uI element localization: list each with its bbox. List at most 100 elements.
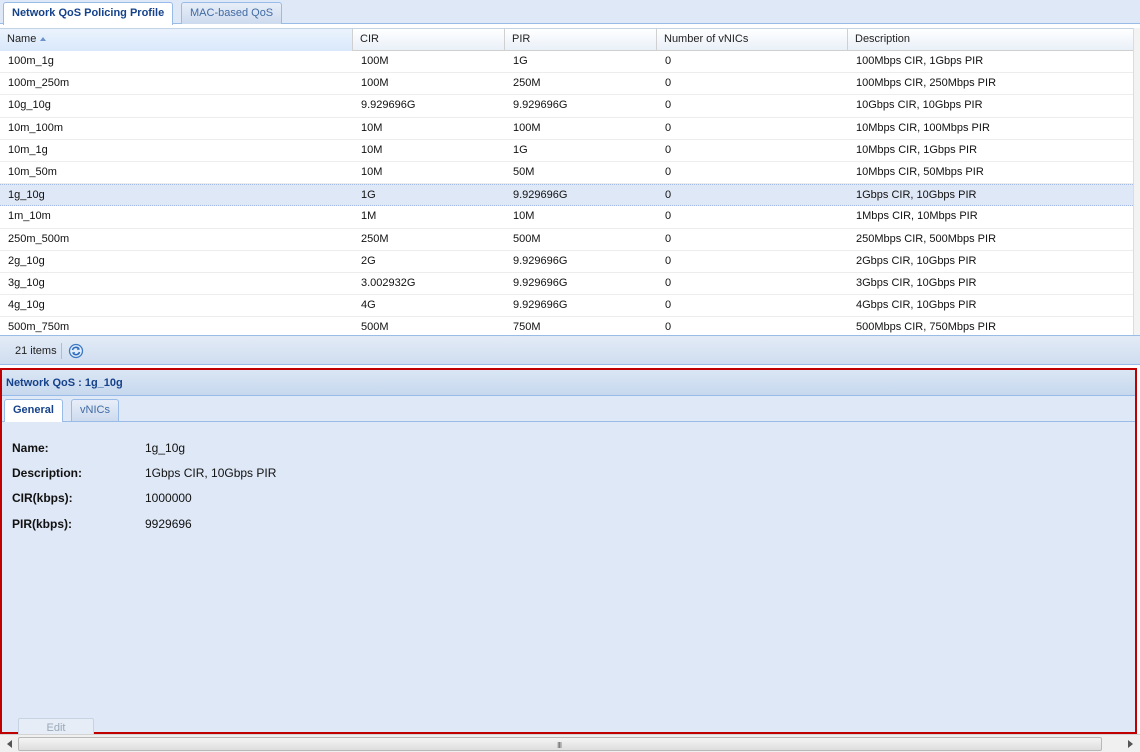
table-cell: 0	[665, 121, 672, 134]
tab-vnics[interactable]: vNICs	[71, 399, 119, 421]
table-cell: 0	[665, 276, 672, 289]
table-cell: 0	[665, 210, 672, 223]
column-header-description[interactable]: Description	[848, 29, 1133, 51]
table-cell: 500M	[513, 232, 541, 245]
column-header-name[interactable]: Name	[0, 29, 353, 51]
table-cell: 10m_100m	[8, 121, 64, 134]
table-cell: 100M	[361, 77, 389, 90]
table-cell: 1Mbps CIR, 10Mbps PIR	[856, 210, 978, 223]
table-cell: 100M	[513, 121, 541, 134]
toolbar-separator	[61, 343, 62, 359]
grid-header: Name CIR PIR Number of vNICs Description	[0, 28, 1133, 51]
table-cell: 9.929696G	[513, 189, 568, 202]
table-cell: 3.002932G	[361, 276, 416, 289]
sort-ascending-icon	[40, 37, 47, 41]
tab-general[interactable]: General	[4, 399, 63, 422]
table-cell: 1Gbps CIR, 10Gbps PIR	[856, 189, 977, 202]
field-label-cir: CIR(kbps):	[12, 491, 73, 505]
detail-panel: Network QoS : 1g_10g General vNICs Name:…	[0, 368, 1137, 738]
table-row[interactable]: 1m_10m 1M 10M 0 1Mbps CIR, 10Mbps PIR	[0, 206, 1133, 229]
table-row[interactable]: 10m_1g 10M 1G 0 10Mbps CIR, 1Gbps PIR	[0, 140, 1133, 162]
table-cell: 10M	[361, 165, 383, 178]
field-label-name: Name:	[12, 441, 49, 455]
table-cell: 50M	[513, 165, 535, 178]
table-cell: 0	[665, 55, 672, 67]
table-row[interactable]: 1g_10g 1G 9.929696G 0 1Gbps CIR, 10Gbps PIR	[0, 184, 1133, 207]
column-header-label: Name	[7, 33, 37, 45]
column-header-cir[interactable]: CIR	[353, 29, 505, 51]
table-cell: 9.929696G	[513, 276, 568, 289]
table-cell: 10M	[513, 210, 535, 223]
table-cell: 250M	[361, 232, 389, 245]
scroll-right-icon[interactable]	[1122, 737, 1138, 751]
table-cell: 10Gbps CIR, 10Gbps PIR	[856, 99, 983, 112]
table-cell: 1G	[513, 55, 528, 67]
table-row[interactable]: 10m_50m 10M 50M 0 10Mbps CIR, 50Mbps PIR	[0, 162, 1133, 185]
table-cell: 1G	[361, 189, 376, 202]
table-row[interactable]: 500m_750m 500M 750M 0 500Mbps CIR, 750Mbps P…	[0, 317, 1133, 335]
table-cell: 0	[665, 165, 672, 178]
table-cell: 9.929696G	[513, 254, 568, 267]
table-cell: 2G	[361, 254, 376, 267]
table-cell: 4g_10g	[8, 299, 45, 312]
column-header-number-of-vnics[interactable]: Number of vNICs	[657, 29, 848, 51]
table-cell: 10M	[361, 121, 383, 134]
table-cell: 0	[665, 189, 672, 202]
table-cell: 10Mbps CIR, 50Mbps PIR	[856, 165, 984, 178]
table-cell: 1m_10m	[8, 210, 51, 223]
table-cell: 100Mbps CIR, 1Gbps PIR	[856, 55, 984, 67]
table-cell: 10m_1g	[8, 143, 48, 156]
table-cell: 1g_10g	[8, 189, 45, 202]
table-cell: 9.929696G	[513, 99, 568, 112]
field-value-cir: 1000000	[145, 491, 192, 505]
table-row[interactable]: 10m_100m 10M 100M 0 10Mbps CIR, 100Mbps PIR	[0, 118, 1133, 140]
table-cell: 100m_250m	[8, 77, 70, 90]
table-row[interactable]: 3g_10g 3.002932G 9.929696G 0 3Gbps CIR, 10Gb…	[0, 273, 1133, 296]
table-cell: 4Gbps CIR, 10Gbps PIR	[856, 299, 977, 312]
table-cell: 1G	[513, 143, 528, 156]
qos-profile-grid: Name CIR PIR Number of vNICs Description…	[0, 28, 1133, 335]
table-row[interactable]: 100m_250m 100M 250M 0 100Mbps CIR, 250Mbps P…	[0, 73, 1133, 96]
table-cell: 10M	[361, 143, 383, 156]
table-cell: 100m_1g	[8, 55, 54, 67]
column-header-pir[interactable]: PIR	[505, 29, 657, 51]
grid-rows: 100m_1g 100M 1G 0 100Mbps CIR, 1Gbps PIR 100m…	[0, 51, 1133, 335]
table-cell: 100M	[361, 55, 389, 67]
table-row[interactable]: 250m_500m 250M 500M 0 250Mbps CIR, 500Mbps P…	[0, 229, 1133, 251]
table-cell: 3g_10g	[8, 276, 45, 289]
field-label-pir: PIR(kbps):	[12, 517, 72, 531]
table-cell: 0	[665, 77, 672, 90]
table-cell: 250M	[513, 77, 541, 90]
table-cell: 0	[665, 254, 672, 267]
table-cell: 1M	[361, 210, 377, 223]
table-cell: 250m_500m	[8, 232, 70, 245]
table-cell: 9.929696G	[361, 99, 416, 112]
table-cell: 2g_10g	[8, 254, 45, 267]
detail-tab-strip: General vNICs	[2, 396, 1135, 422]
field-label-description: Description:	[12, 466, 83, 480]
horizontal-scrollbar[interactable]: III	[0, 734, 1140, 752]
field-value-description: 1Gbps CIR, 10Gbps PIR	[145, 466, 277, 480]
grid-vertical-scrollbar[interactable]	[1133, 28, 1140, 335]
table-cell: 4G	[361, 299, 376, 312]
table-cell: 250Mbps CIR, 500Mbps PIR	[856, 232, 997, 245]
tab-network-qos-policing-profile[interactable]: Network QoS Policing Profile	[3, 2, 174, 25]
table-cell: 10Mbps CIR, 100Mbps PIR	[856, 121, 990, 134]
table-cell: 3Gbps CIR, 10Gbps PIR	[856, 276, 977, 289]
table-row[interactable]: 100m_1g 100M 1G 0 100Mbps CIR, 1Gbps PIR	[0, 51, 1133, 74]
table-row[interactable]: 4g_10g 4G 9.929696G 0 4Gbps CIR, 10Gbps PIR	[0, 295, 1133, 318]
table-cell: 0	[665, 232, 672, 245]
items-count: 21 items	[15, 345, 57, 357]
field-value-pir: 9929696	[145, 517, 192, 531]
paging-toolbar: 21 items	[0, 335, 1140, 365]
scroll-thumb[interactable]: III	[18, 737, 1102, 751]
refresh-icon[interactable]	[68, 343, 84, 359]
field-value-name: 1g_10g	[145, 441, 186, 455]
tab-mac-based-qos[interactable]: MAC-based QoS	[181, 2, 283, 24]
scroll-left-icon[interactable]	[2, 737, 18, 751]
table-row[interactable]: 2g_10g 2G 9.929696G 0 2Gbps CIR, 10Gbps PIR	[0, 251, 1133, 273]
table-cell: 2Gbps CIR, 10Gbps PIR	[856, 254, 977, 267]
table-cell: 0	[665, 143, 672, 156]
table-row[interactable]: 10g_10g 9.929696G 9.929696G 0 10Gbps CIR, 10…	[0, 95, 1133, 118]
table-cell: 500m_750m	[8, 321, 70, 334]
